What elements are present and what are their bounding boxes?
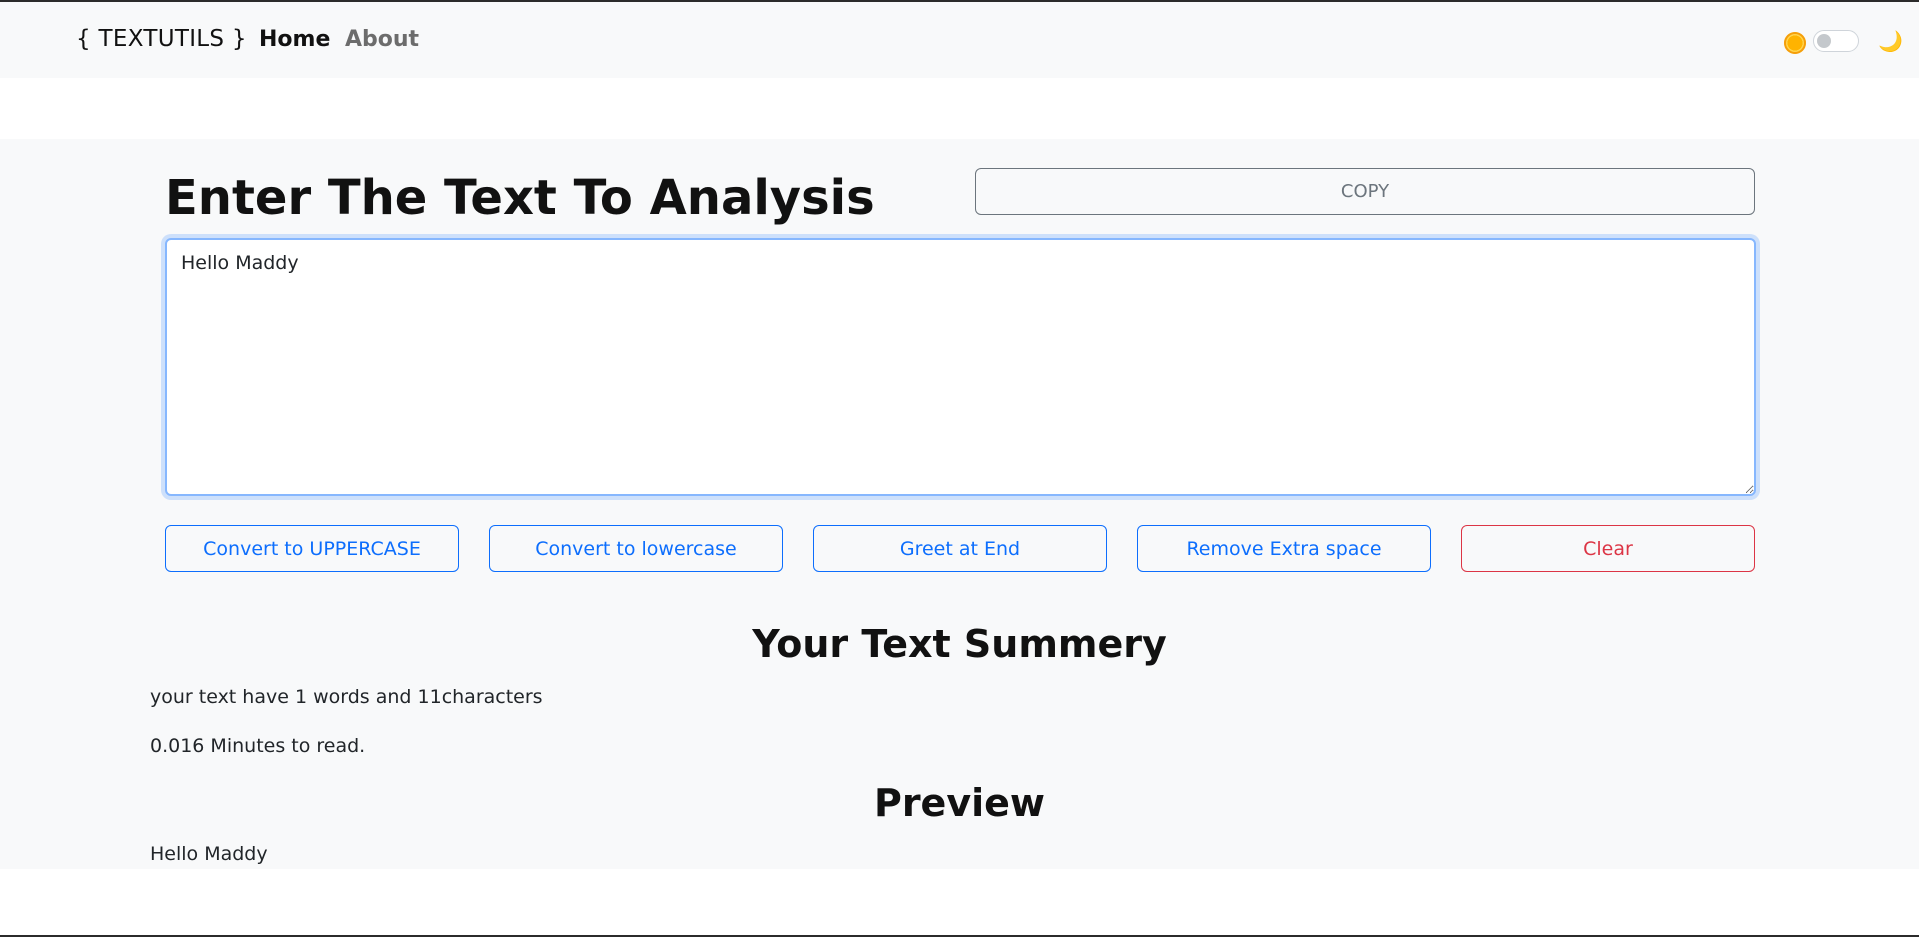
remove-extra-space-button[interactable]: Remove Extra space [1137,525,1431,572]
moon-icon: 🌙 [1878,29,1903,53]
reading-time: 0.016 Minutes to read. [150,735,366,757]
preview-heading: Preview [873,781,1046,825]
page-title: Enter The Text To Analysis [165,170,875,226]
summary-heading: Your Text Summery [752,622,1167,666]
greet-at-end-button[interactable]: Greet at End [813,525,1107,572]
text-input[interactable]: Hello Maddy [165,238,1756,496]
navbar: { TEXTUTILS } Home About 🌙 [0,2,1919,78]
uppercase-button[interactable]: Convert to UPPERCASE [165,525,459,572]
brand-logo[interactable]: { TEXTUTILS } [76,26,247,52]
nav-link-home[interactable]: Home [259,27,330,52]
copy-button[interactable]: COPY [975,168,1755,215]
dark-mode-toggle[interactable] [1813,30,1859,52]
word-character-count: your text have 1 words and 11characters [150,686,543,708]
preview-text: Hello Maddy [150,843,268,865]
clear-button[interactable]: Clear [1461,525,1755,572]
lowercase-button[interactable]: Convert to lowercase [489,525,783,572]
toggle-knob [1817,34,1831,48]
nav-link-about[interactable]: About [345,27,419,52]
sun-icon [1784,32,1806,54]
